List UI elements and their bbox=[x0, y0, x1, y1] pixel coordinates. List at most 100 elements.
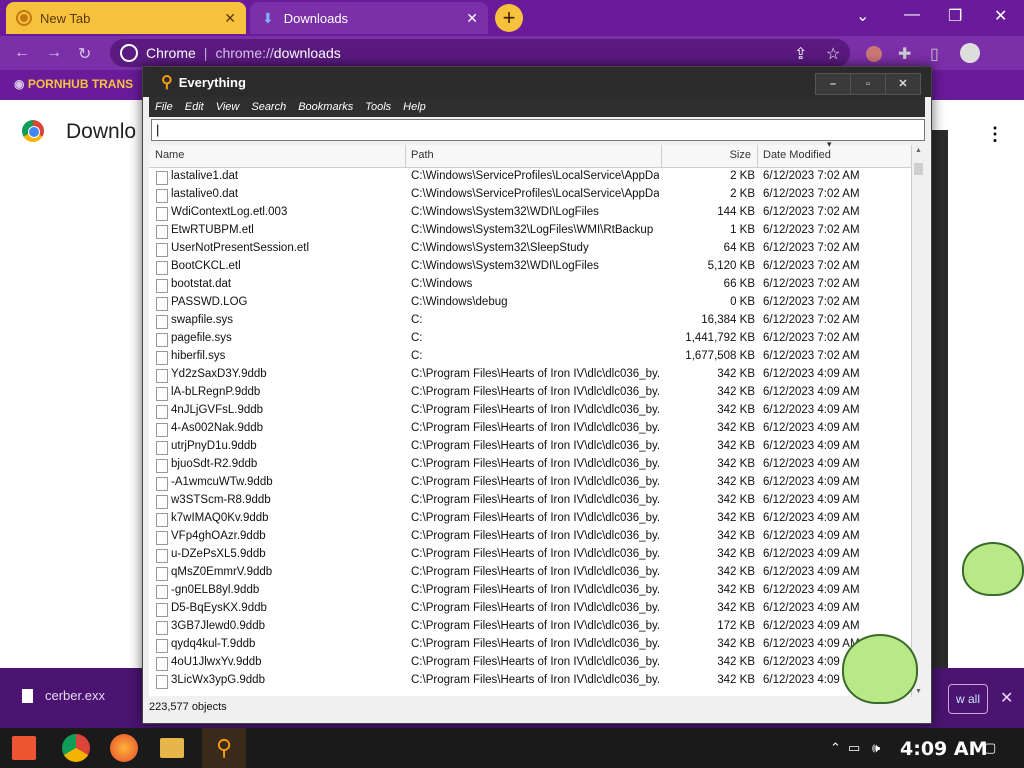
table-row[interactable]: 3LicWx3ypG.9ddb C:\Program Files\Hearts o… bbox=[149, 672, 911, 690]
close-tab-icon[interactable]: ✕ bbox=[466, 10, 478, 27]
tray-chevron-icon[interactable]: ⌃ bbox=[830, 740, 841, 756]
tab-new-tab[interactable]: New Tab ✕ bbox=[6, 2, 246, 34]
restore-icon[interactable]: ❐ bbox=[948, 6, 962, 26]
file-path: C:\Program Files\Hearts of Iron IV\dlc\d… bbox=[411, 674, 659, 686]
bookmark-item[interactable]: ◉ PORNHUB TRANS bbox=[14, 77, 133, 91]
back-icon[interactable]: ← bbox=[14, 44, 30, 62]
table-row[interactable]: bjuoSdt-R2.9ddb C:\Program Files\Hearts o… bbox=[149, 456, 911, 474]
file-path: C: bbox=[411, 314, 423, 326]
table-row[interactable]: lastalive0.dat C:\Windows\ServiceProfiles… bbox=[149, 186, 911, 204]
table-row[interactable]: qydq4kul-T.9ddb C:\Program Files\Hearts o… bbox=[149, 636, 911, 654]
table-row[interactable]: D5-BqEysKX.9ddb C:\Program Files\Hearts o… bbox=[149, 600, 911, 618]
table-row[interactable]: UserNotPresentSession.etl C:\Windows\Syst… bbox=[149, 240, 911, 258]
tab-downloads[interactable]: ⬇ Downloads ✕ bbox=[250, 2, 488, 34]
more-menu-icon[interactable]: ⋮ bbox=[986, 124, 1004, 145]
column-path[interactable]: Path bbox=[411, 149, 434, 161]
table-row[interactable]: PASSWD.LOG C:\Windows\debug 0 KB 6/12/2023 … bbox=[149, 294, 911, 312]
site-info[interactable]: Chrome bbox=[120, 44, 196, 62]
table-row[interactable]: 3GB7Jlewd0.9ddb C:\Program Files\Hearts o… bbox=[149, 618, 911, 636]
scroll-down-icon[interactable]: ▼ bbox=[915, 688, 922, 695]
file-size: 66 KB bbox=[723, 278, 755, 290]
close-button[interactable]: ✕ bbox=[885, 73, 921, 95]
share-icon[interactable]: ⇪ bbox=[794, 44, 807, 64]
download-item[interactable]: cerber.exx bbox=[22, 688, 105, 703]
minimize-icon[interactable]: — bbox=[904, 6, 920, 24]
file-date: 6/12/2023 4:09 bbox=[763, 656, 840, 668]
bookmark-star-icon[interactable]: ☆ bbox=[826, 44, 840, 64]
table-row[interactable]: lA-bLRegnP.9ddb C:\Program Files\Hearts o… bbox=[149, 384, 911, 402]
file-size: 342 KB bbox=[717, 638, 755, 650]
file-name: qydq4kul-T.9ddb bbox=[171, 638, 256, 650]
file-size: 342 KB bbox=[717, 368, 755, 380]
scroll-thumb[interactable] bbox=[914, 163, 923, 175]
minimize-button[interactable]: – bbox=[815, 73, 851, 95]
file-path: C:\Program Files\Hearts of Iron IV\dlc\d… bbox=[411, 368, 659, 380]
table-row[interactable]: WdiContextLog.etl.003 C:\Windows\System32… bbox=[149, 204, 911, 222]
everything-taskbar-icon[interactable]: ⚲ bbox=[202, 728, 246, 768]
close-shelf-icon[interactable]: ✕ bbox=[1000, 688, 1013, 708]
table-row[interactable]: pagefile.sys C: 1,441,792 KB 6/12/2023 7:02… bbox=[149, 330, 911, 348]
menu-search[interactable]: Search bbox=[251, 101, 286, 113]
firefox-taskbar-icon[interactable] bbox=[110, 734, 138, 762]
file-date: 6/12/2023 4:09 AM bbox=[763, 530, 860, 542]
table-row[interactable]: Yd2zSaxD3Y.9ddb C:\Program Files\Hearts o… bbox=[149, 366, 911, 384]
file-date: 6/12/2023 4:09 AM bbox=[763, 404, 860, 416]
clock[interactable]: 4:09 AM bbox=[900, 738, 988, 760]
table-row[interactable]: EtwRTUBPM.etl C:\Windows\System32\LogFile… bbox=[149, 222, 911, 240]
table-row[interactable]: hiberfil.sys C: 1,677,508 KB 6/12/2023 7:02… bbox=[149, 348, 911, 366]
file-name: -A1wmcuWTw.9ddb bbox=[171, 476, 273, 488]
scroll-up-icon[interactable]: ▲ bbox=[915, 147, 922, 154]
menu-help[interactable]: Help bbox=[403, 101, 426, 113]
column-divider[interactable] bbox=[405, 145, 406, 167]
table-row[interactable]: BootCKCL.etl C:\Windows\System32\WDI\LogF… bbox=[149, 258, 911, 276]
file-name: lastalive0.dat bbox=[171, 188, 239, 200]
column-size[interactable]: Size bbox=[669, 149, 751, 161]
table-row[interactable]: qMsZ0EmmrV.9ddb C:\Program Files\Hearts o… bbox=[149, 564, 911, 582]
table-row[interactable]: k7wIMAQ0Kv.9ddb C:\Program Files\Hearts o… bbox=[149, 510, 911, 528]
table-row[interactable]: lastalive1.dat C:\Windows\ServiceProfiles… bbox=[149, 168, 911, 186]
table-row[interactable]: 4oU1JlwxYv.9ddb C:\Program Files\Hearts o… bbox=[149, 654, 911, 672]
table-row[interactable]: -gn0ELB8yl.9ddb C:\Program Files\Hearts o… bbox=[149, 582, 911, 600]
table-row[interactable]: bootstat.dat C:\Windows 66 KB 6/12/2023 7:0… bbox=[149, 276, 911, 294]
start-button[interactable] bbox=[12, 736, 36, 760]
show-all-button[interactable]: w all bbox=[948, 684, 988, 714]
search-input[interactable]: | bbox=[151, 119, 925, 141]
notifications-icon[interactable]: ▢ bbox=[984, 740, 996, 756]
menu-bookmarks[interactable]: Bookmarks bbox=[298, 101, 353, 113]
table-row[interactable]: -A1wmcuWTw.9ddb C:\Program Files\Hearts o… bbox=[149, 474, 911, 492]
close-tab-icon[interactable]: ✕ bbox=[224, 10, 236, 27]
column-name[interactable]: Name bbox=[155, 149, 184, 161]
table-row[interactable]: 4-As002Nak.9ddb C:\Program Files\Hearts o… bbox=[149, 420, 911, 438]
menu-file[interactable]: File bbox=[155, 101, 173, 113]
chrome-taskbar-icon[interactable] bbox=[62, 734, 90, 762]
column-divider[interactable] bbox=[757, 145, 758, 167]
column-date-modified[interactable]: Date Modified bbox=[763, 149, 831, 161]
network-icon[interactable]: ▭ bbox=[848, 740, 860, 756]
table-row[interactable]: utrjPnyD1u.9ddb C:\Program Files\Hearts o… bbox=[149, 438, 911, 456]
new-tab-button[interactable]: + bbox=[495, 4, 523, 32]
menu-edit[interactable]: Edit bbox=[185, 101, 204, 113]
table-row[interactable]: swapfile.sys C: 16,384 KB 6/12/2023 7:02 AM bbox=[149, 312, 911, 330]
table-row[interactable]: u-DZePsXL5.9ddb C:\Program Files\Hearts o… bbox=[149, 546, 911, 564]
menu-view[interactable]: View bbox=[216, 101, 240, 113]
close-window-icon[interactable]: ✕ bbox=[994, 6, 1007, 26]
side-panel-icon[interactable]: ▯ bbox=[930, 44, 939, 64]
maximize-button[interactable]: ▫ bbox=[850, 73, 886, 95]
file-size: 342 KB bbox=[717, 476, 755, 488]
table-row[interactable]: 4nJLjGVFsL.9ddb C:\Program Files\Hearts o… bbox=[149, 402, 911, 420]
tab-search-icon[interactable]: ⌄ bbox=[856, 6, 869, 26]
puzzle-icon[interactable]: ✚ bbox=[898, 44, 911, 64]
address-bar[interactable]: Chrome | chrome:// downloads bbox=[110, 39, 850, 67]
vertical-scrollbar[interactable]: ▲ ▼ bbox=[911, 145, 926, 697]
column-divider[interactable] bbox=[661, 145, 662, 167]
forward-icon[interactable]: → bbox=[46, 44, 62, 62]
file-icon bbox=[156, 603, 168, 617]
extension-avatar-icon[interactable] bbox=[866, 46, 882, 62]
table-row[interactable]: VFp4ghOAzr.9ddb C:\Program Files\Hearts o… bbox=[149, 528, 911, 546]
menu-tools[interactable]: Tools bbox=[365, 101, 391, 113]
file-explorer-icon[interactable] bbox=[160, 738, 184, 758]
volume-icon[interactable]: 🕪 bbox=[872, 740, 880, 756]
profile-icon[interactable] bbox=[960, 43, 980, 63]
reload-icon[interactable]: ↻ bbox=[78, 44, 91, 64]
table-row[interactable]: w3STScm-R8.9ddb C:\Program Files\Hearts o… bbox=[149, 492, 911, 510]
